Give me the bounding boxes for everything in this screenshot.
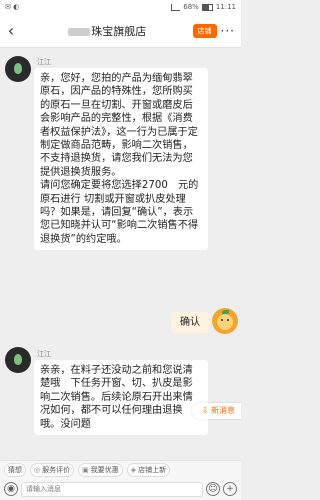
quick-reply-bar: 猜想 ◎ 服务评价 ▣ 我要优惠 ◈ 店铺上新 xyxy=(0,460,241,478)
eye-icon xyxy=(227,319,229,321)
emoji-icon[interactable]: ☺ xyxy=(206,482,220,496)
more-icon[interactable]: ··· xyxy=(221,24,235,38)
eye-icon xyxy=(221,319,223,321)
quick-item-label: 服务评价 xyxy=(42,465,71,474)
message-bubble[interactable]: 亲，您好，您拍的产品为缅甸翡翠原石，因产品的特殊性，您所购买的原石一旦在切割、开… xyxy=(34,68,208,251)
status-left-icons: ✉ ◐ xyxy=(5,3,20,11)
message-text: 确认 xyxy=(179,317,201,328)
chat-header: ‹ 珠宝旗舰店 店铺 ··· xyxy=(0,14,241,48)
message-text: 亲亲，在料子还没动之前和您说清楚哦 下任务开窗、切、扒皮是影响二次销售。后续论原… xyxy=(40,365,193,430)
quick-item-label: 我要优惠 xyxy=(90,465,119,474)
voice-icon[interactable]: ◉ xyxy=(4,482,18,496)
orange-face-icon xyxy=(217,314,233,330)
message-text: 亲，您好，您拍的产品为缅甸翡翠原石，因产品的特殊性，您所购买的原石一旦在切割、开… xyxy=(40,73,198,178)
chat-area[interactable]: 江江 亲，您好，您拍的产品为缅甸翡翠原石，因产品的特殊性，您所购买的原石一旦在切… xyxy=(0,48,241,460)
my-message-bubble[interactable]: 确认 xyxy=(171,312,209,334)
signal-icon xyxy=(171,3,181,11)
shop-title: 珠宝旗舰店 xyxy=(91,24,147,38)
rating-icon: ◎ xyxy=(34,465,41,474)
message-text: 请问您确定要将您选择2700 元的原石进行 切割或开窗或扒皮处理吗？如果是，请回… xyxy=(40,180,199,245)
add-icon[interactable]: + xyxy=(223,482,237,496)
blurred-shop-name xyxy=(68,27,91,36)
battery-text: 68% xyxy=(183,3,199,11)
page-title: 珠宝旗舰店 xyxy=(22,23,193,39)
chevron-left-icon[interactable]: ‹ xyxy=(0,21,22,40)
user-avatar[interactable] xyxy=(212,308,238,334)
status-right: 68% 11:11 xyxy=(171,3,236,11)
input-bar: ◉ ☺ + xyxy=(0,478,241,500)
status-bar: ✉ ◐ 68% 11:11 xyxy=(0,0,241,14)
battery-icon xyxy=(201,3,213,11)
shop-avatar[interactable] xyxy=(5,347,31,373)
clock-text: 11:11 xyxy=(215,3,236,11)
jade-gem-icon xyxy=(14,63,22,74)
message-input[interactable] xyxy=(21,481,203,497)
quick-item-label: 猜想 xyxy=(8,465,22,474)
new-message-button[interactable]: ⇩ 新消息 xyxy=(191,403,241,419)
quick-item-service-rating[interactable]: ◎ 服务评价 xyxy=(30,462,75,477)
coupon-icon: ▣ xyxy=(82,465,89,474)
sender-name: 江江 xyxy=(37,58,51,66)
quick-item-new-arrivals[interactable]: ◈ 店铺上新 xyxy=(126,462,171,477)
shop-avatar[interactable] xyxy=(5,56,31,82)
quick-item-guess[interactable]: 猜想 xyxy=(4,462,26,477)
new-icon: ◈ xyxy=(130,465,137,474)
quick-item-discount[interactable]: ▣ 我要优惠 xyxy=(78,462,123,477)
sender-name: 江江 xyxy=(37,350,51,358)
message-bubble[interactable]: 亲亲，在料子还没动之前和您说清楚哦 下任务开窗、切、扒皮是影响二次销售。后续论原… xyxy=(34,360,208,436)
quick-item-label: 店铺上新 xyxy=(138,465,167,474)
shop-button[interactable]: 店铺 xyxy=(192,23,217,38)
jade-gem-icon xyxy=(14,354,22,365)
new-message-label: 新消息 xyxy=(211,406,235,415)
